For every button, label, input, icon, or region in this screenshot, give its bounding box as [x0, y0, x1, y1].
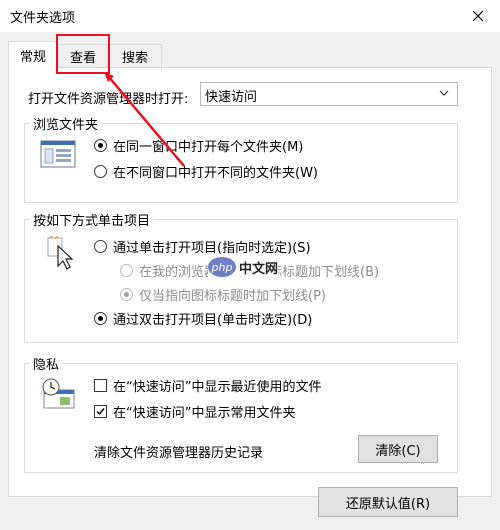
annotation-arrow — [104, 72, 185, 167]
